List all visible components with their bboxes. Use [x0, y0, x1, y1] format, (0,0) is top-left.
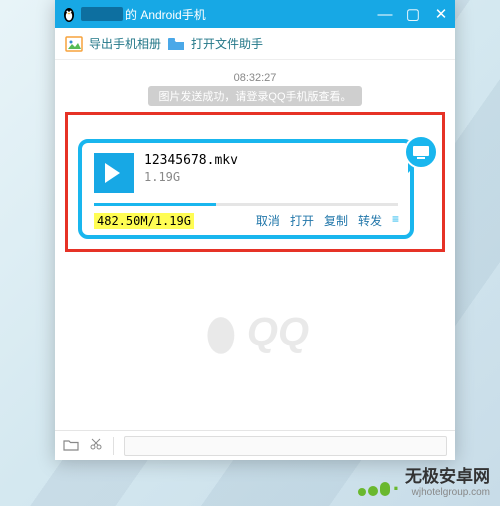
- folder-outline-icon[interactable]: [63, 438, 79, 454]
- close-button[interactable]: ✕: [427, 0, 455, 28]
- site-watermark: . 无极安卓网 wjhotelgroup.com: [358, 468, 490, 498]
- copy-link[interactable]: 复制: [324, 212, 348, 229]
- transfer-progress-text: 482.50M/1.19G: [94, 213, 194, 229]
- qq-window: 的 Android手机 — ▢ ✕ 导出手机相册 打开文件助手 08:32:27…: [55, 0, 455, 460]
- scissors-icon[interactable]: [89, 437, 103, 454]
- file-size: 1.19G: [144, 170, 238, 184]
- annotation-highlight-box: 12345678.mkv 1.19G 482.50M/1.19G 取消 打开 复…: [65, 112, 445, 252]
- video-play-icon[interactable]: [94, 153, 134, 193]
- qq-background-watermark: QQ: [201, 310, 309, 355]
- more-menu-icon[interactable]: ≡: [392, 212, 398, 229]
- watermark-title: 无极安卓网: [405, 468, 490, 487]
- forward-link[interactable]: 转发: [358, 212, 382, 229]
- cancel-link[interactable]: 取消: [256, 212, 280, 229]
- qq-penguin-icon: [61, 5, 77, 23]
- file-name: 12345678.mkv: [144, 153, 238, 168]
- open-file-helper-link[interactable]: 打开文件助手: [191, 35, 263, 52]
- toolbar: 导出手机相册 打开文件助手: [55, 28, 455, 60]
- export-album-link[interactable]: 导出手机相册: [89, 35, 161, 52]
- open-link[interactable]: 打开: [290, 212, 314, 229]
- chat-area: 08:32:27 图片发送成功，请登录QQ手机版查看。 12345678.mkv…: [55, 60, 455, 430]
- message-input[interactable]: [124, 436, 447, 456]
- system-message: 图片发送成功，请登录QQ手机版查看。: [148, 86, 361, 106]
- maximize-button[interactable]: ▢: [399, 0, 427, 28]
- sender-avatar[interactable]: [404, 135, 438, 169]
- file-message-bubble: 12345678.mkv 1.19G 482.50M/1.19G 取消 打开 复…: [78, 139, 414, 239]
- titlebar: 的 Android手机 — ▢ ✕: [55, 0, 455, 28]
- bottom-bar: [55, 430, 455, 460]
- photo-export-icon[interactable]: [65, 35, 83, 53]
- contact-name-redacted: [81, 7, 123, 21]
- transfer-progress-bar: [94, 203, 398, 206]
- title-suffix: 的 Android手机: [125, 6, 206, 23]
- transfer-progress-fill: [94, 203, 216, 206]
- watermark-logo-icon: .: [358, 470, 399, 496]
- folder-icon[interactable]: [167, 35, 185, 53]
- message-timestamp: 08:32:27: [65, 72, 445, 84]
- minimize-button[interactable]: —: [371, 0, 399, 28]
- watermark-url: wjhotelgroup.com: [405, 487, 490, 498]
